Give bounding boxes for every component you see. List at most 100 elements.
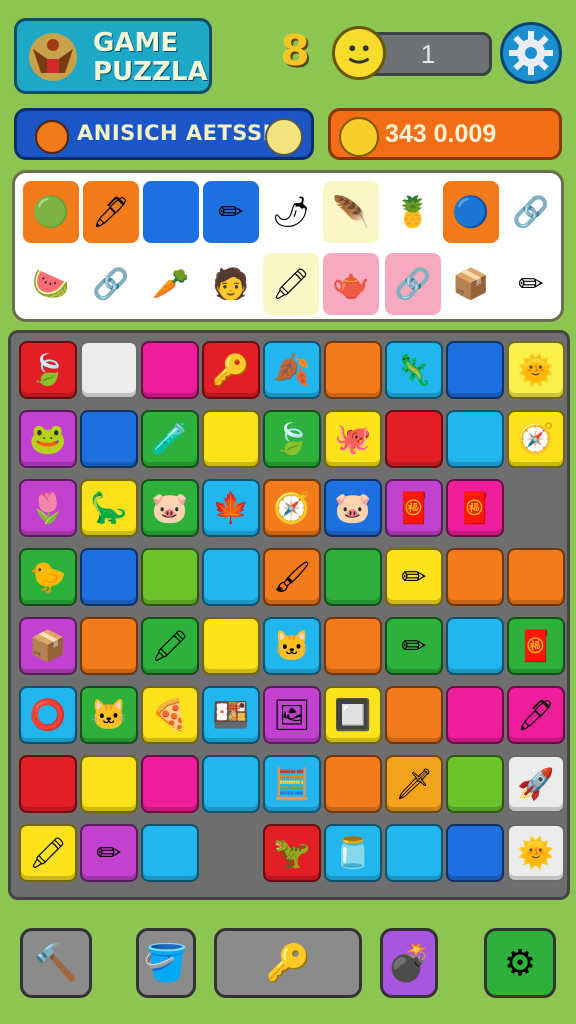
board-tile[interactable] (80, 410, 138, 468)
board-tile[interactable] (202, 617, 260, 675)
board-tile[interactable] (202, 824, 260, 882)
board-tile[interactable] (202, 755, 260, 813)
board-tile[interactable]: 🖊 (507, 686, 565, 744)
hammer-button[interactable]: 🔨 (20, 928, 92, 998)
team-banner: ANISICH AETSSH (14, 108, 314, 160)
pot-icon[interactable]: 🫖 (323, 253, 379, 315)
board-tile[interactable]: 🐤 (19, 548, 77, 606)
board-tile[interactable]: ✏ (80, 824, 138, 882)
board-tile[interactable]: 🐷 (324, 479, 382, 537)
board-tile[interactable]: 🚀 (507, 755, 565, 813)
board-tile[interactable]: ✏ (385, 548, 443, 606)
key-button[interactable]: 🔑 (214, 928, 362, 998)
board-tile[interactable] (80, 341, 138, 399)
board-tile[interactable] (324, 617, 382, 675)
board-tile[interactable]: 🖼 (263, 686, 321, 744)
yellow-stick-icon[interactable]: ✏ (203, 181, 259, 243)
board-tile[interactable]: 📦 (19, 617, 77, 675)
board-tile[interactable] (80, 755, 138, 813)
bucket-button[interactable]: 🪣 (136, 928, 196, 998)
board-tile[interactable] (202, 410, 260, 468)
blue-orb-icon[interactable]: 🔵 (443, 181, 499, 243)
board-tile[interactable] (324, 341, 382, 399)
green-blob-icon[interactable]: 🟢 (23, 181, 79, 243)
board-tile[interactable] (446, 341, 504, 399)
board-tile[interactable]: 🍃 (19, 341, 77, 399)
feather-icon[interactable]: 🪶 (323, 181, 379, 243)
board-tile[interactable] (19, 755, 77, 813)
board-tile[interactable]: 🌞 (507, 824, 565, 882)
board-tile[interactable]: 🍁 (202, 479, 260, 537)
board-tile[interactable]: 🧭 (507, 410, 565, 468)
board-tile[interactable] (446, 410, 504, 468)
board-tile[interactable] (446, 548, 504, 606)
blue-link-icon[interactable]: 🔗 (83, 253, 139, 315)
board-tile[interactable]: 🐸 (19, 410, 77, 468)
board-tile[interactable]: 🧭 (263, 479, 321, 537)
board-tile[interactable] (141, 755, 199, 813)
board-tile[interactable]: 🧪 (141, 410, 199, 468)
melon-icon[interactable]: 🍉 (23, 253, 79, 315)
board-tile[interactable]: 🖍 (19, 824, 77, 882)
pen-icon[interactable]: 🖊 (83, 181, 139, 243)
board-tile[interactable] (324, 755, 382, 813)
board-tile[interactable] (80, 617, 138, 675)
face-icon[interactable]: 🧑 (203, 253, 259, 315)
board-tile[interactable] (80, 548, 138, 606)
carrot-icon[interactable]: 🥕 (143, 253, 199, 315)
board-tile[interactable] (385, 410, 443, 468)
board-tile[interactable]: 🍱 (202, 686, 260, 744)
board-tile[interactable]: 🐱 (80, 686, 138, 744)
board-tile[interactable] (446, 686, 504, 744)
red-pepper-icon[interactable]: 🌶 (263, 181, 319, 243)
board-tile[interactable] (446, 824, 504, 882)
blue-slot[interactable] (143, 181, 199, 243)
board-tile[interactable]: 🦎 (385, 341, 443, 399)
board-tile[interactable]: 🦕 (80, 479, 138, 537)
blue-link-icon[interactable]: 🔗 (503, 181, 559, 243)
board-tile[interactable] (507, 548, 565, 606)
board-tile[interactable] (507, 479, 565, 537)
bomb-button[interactable]: 💣 (380, 928, 438, 998)
bucket-icon: 🪣 (143, 942, 189, 983)
board-tile[interactable]: 🖍 (141, 617, 199, 675)
board-tile[interactable]: 🐷 (141, 479, 199, 537)
board-tile[interactable]: 🌞 (507, 341, 565, 399)
board-tile[interactable] (202, 548, 260, 606)
board-tile[interactable] (446, 617, 504, 675)
board-tile[interactable] (141, 548, 199, 606)
board-tile[interactable] (446, 755, 504, 813)
board-tile[interactable]: 🐙 (324, 410, 382, 468)
settings-button[interactable]: ⚙ (484, 928, 556, 998)
board-tile[interactable] (385, 824, 443, 882)
crate-icon[interactable]: 📦 (443, 253, 499, 315)
pencil-icon[interactable]: ✏ (503, 253, 559, 315)
board-tile[interactable]: 🐱 (263, 617, 321, 675)
board-tile[interactable]: 🔑 (202, 341, 260, 399)
board-tile[interactable] (141, 824, 199, 882)
key-icon: 🔑 (265, 942, 311, 983)
board-tile[interactable]: 🧮 (263, 755, 321, 813)
board-tile[interactable]: 🧧 (385, 479, 443, 537)
crayon-icon[interactable]: 🖍 (263, 253, 319, 315)
board-tile[interactable]: 🍂 (263, 341, 321, 399)
board-tile[interactable]: 🍕 (141, 686, 199, 744)
board-tile[interactable]: 🗡 (385, 755, 443, 813)
board-tile[interactable] (385, 686, 443, 744)
board-tile[interactable]: 🧧 (446, 479, 504, 537)
pinecone-icon[interactable]: 🍍 (385, 181, 441, 243)
settings-gear-button[interactable] (500, 22, 562, 84)
board-tile[interactable]: 🧧 (507, 617, 565, 675)
board-tile[interactable]: 🍃 (263, 410, 321, 468)
board-tile[interactable]: ✏ (385, 617, 443, 675)
board-tile[interactable] (141, 341, 199, 399)
board-tile[interactable]: 🔲 (324, 686, 382, 744)
chain-icon[interactable]: 🔗 (385, 253, 441, 315)
board-tile[interactable]: 🦖 (263, 824, 321, 882)
level-number: 8 (280, 26, 310, 75)
board-tile[interactable]: 🫙 (324, 824, 382, 882)
board-tile[interactable] (324, 548, 382, 606)
board-tile[interactable]: ⭕ (19, 686, 77, 744)
board-tile[interactable]: 🖌 (263, 548, 321, 606)
board-tile[interactable]: 🌷 (19, 479, 77, 537)
